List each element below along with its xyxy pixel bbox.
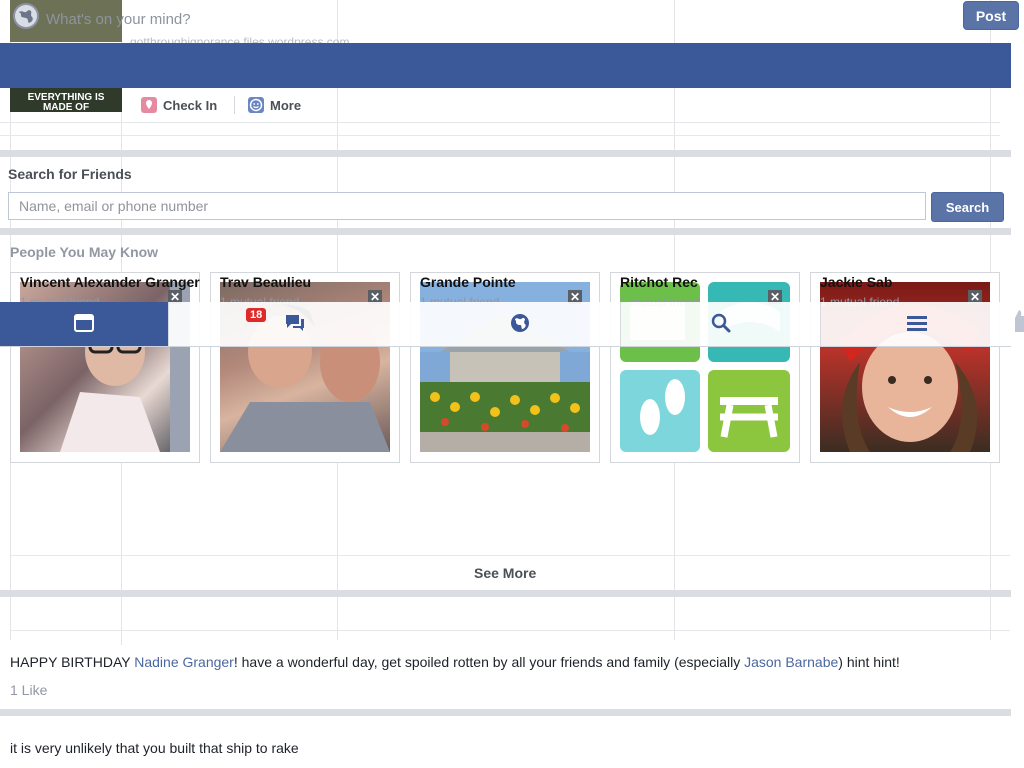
pymk-card[interactable]: Grande Pointe 1 mutual friend ✕ [410,272,600,463]
link-preview-thumbnail: EVERYTHING IS MADE OF CHEMICALS [10,88,122,112]
like-count[interactable]: 1 Like [10,682,47,698]
post-button[interactable]: Post [963,1,1019,30]
tab-notifications[interactable] [420,302,620,346]
pymk-card[interactable]: Trav Beaulieu 1 mutual friend ✕ [210,272,400,463]
thumbnail-caption: EVERYTHING IS MADE OF CHEMICALS [27,92,105,113]
section-divider [0,590,1011,597]
section-divider [0,228,1011,235]
action-divider [234,96,235,114]
check-in-label: Check In [163,97,218,113]
tab-menu[interactable] [820,302,1012,346]
tab-messages[interactable] [168,302,421,346]
friend-search-button[interactable]: Search [931,192,1004,222]
section-divider [0,709,1011,716]
see-more-button[interactable]: See More [474,565,536,581]
pymk-name[interactable]: Vincent Alexander Granger [20,274,200,290]
news-feed-icon [73,313,95,336]
more-label: More [270,97,302,113]
pymk-card[interactable]: Vincent Alexander Granger 1 mutual frien… [10,272,200,463]
smiley-icon [248,97,264,113]
post-text-segment: HAPPY BIRTHDAY [10,654,135,670]
post-text-segment: ! have a wonderful day, get spoiled rott… [233,654,745,670]
layout-gridline [10,555,1010,556]
pymk-card[interactable]: Ritchot Rec 1 mutual friend ✕ [610,272,800,463]
friend-search-input[interactable] [8,192,926,220]
header-bar [0,43,1011,88]
post-text-segment: ) hint hint! [838,654,900,670]
menu-icon [906,314,928,335]
pymk-name[interactable]: Grande Pointe [420,274,516,290]
status-composer: Post [0,0,1024,42]
layout-gridline [0,135,1000,136]
bottom-tab-bar [0,302,1011,347]
pymk-heading: People You May Know [10,244,159,260]
pymk-name[interactable]: Jackie Sab [820,274,892,290]
messages-icon [283,313,307,336]
pymk-name[interactable]: Trav Beaulieu [220,274,311,290]
layout-gridline [10,630,1010,631]
messages-count-badge: 18 [246,308,267,322]
post-text: it is very unlikely that you built that … [10,740,299,756]
tagged-user-link[interactable]: Jason Barnabe [744,654,838,670]
layout-gridline [0,122,1000,123]
location-pin-icon [141,97,157,113]
status-input[interactable] [44,6,960,32]
notifications-globe-icon [509,312,531,337]
tab-search[interactable] [620,302,821,346]
check-in-button[interactable]: Check In [141,96,217,114]
like-thumb-icon[interactable] [1011,308,1024,337]
audience-globe-icon[interactable] [13,3,39,29]
search-friends-heading: Search for Friends [8,166,132,182]
pymk-name[interactable]: Ritchot Rec [620,274,698,290]
tagged-user-link[interactable]: Nadine Granger [134,654,234,670]
more-button[interactable]: More [248,96,301,114]
pymk-card[interactable]: Jackie Sab 1 mutual friend ✕ [810,272,1000,463]
section-divider [0,150,1011,157]
search-icon [710,312,732,337]
post-text: HAPPY BIRTHDAY Nadine Granger! have a wo… [10,654,900,670]
tab-news-feed[interactable] [0,302,168,346]
